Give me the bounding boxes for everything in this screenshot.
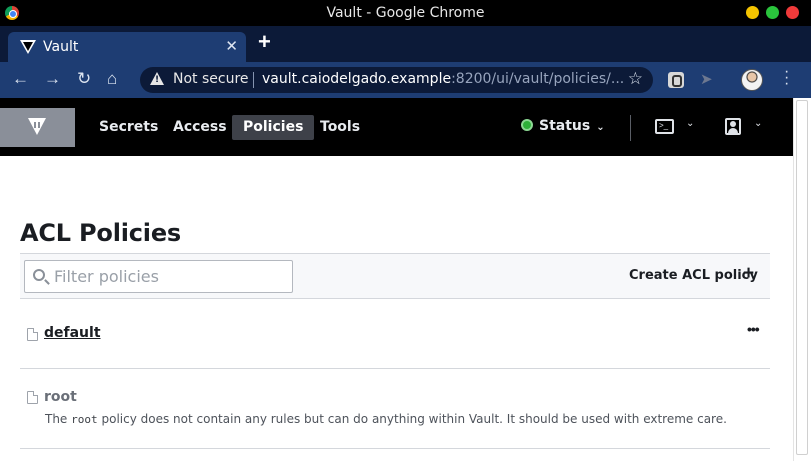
forward-icon[interactable]: → xyxy=(44,69,61,89)
nav-secrets[interactable]: Secrets xyxy=(88,115,169,140)
window-title: Vault - Google Chrome xyxy=(326,5,485,21)
policy-description: The root policy does not contain any rul… xyxy=(45,412,727,426)
tab-close-icon[interactable]: ✕ xyxy=(225,37,238,55)
header-divider xyxy=(630,115,631,141)
new-tab-button[interactable]: + xyxy=(258,29,271,55)
minimize-button[interactable] xyxy=(746,6,759,19)
maximize-button[interactable] xyxy=(766,6,779,19)
menu-icon[interactable]: · · · xyxy=(784,64,789,92)
vault-logo-icon xyxy=(28,118,46,135)
policy-name: root xyxy=(44,389,77,405)
back-icon[interactable]: ← xyxy=(12,69,29,89)
warning-icon[interactable] xyxy=(150,72,164,85)
tab-vault[interactable]: Vault ✕ xyxy=(8,32,246,62)
reload-icon[interactable]: ↻ xyxy=(77,69,91,89)
vault-favicon-icon xyxy=(20,40,36,54)
console-icon[interactable]: >_ xyxy=(655,119,674,134)
star-icon[interactable]: ☆ xyxy=(628,69,643,89)
close-window-button[interactable] xyxy=(786,6,799,19)
puzzle-extension-icon[interactable]: ➤ xyxy=(700,70,716,88)
page-title: ACL Policies xyxy=(20,219,181,247)
filter-toolbar: Create ACL policy + xyxy=(20,253,770,299)
file-icon xyxy=(27,391,38,404)
status-label: Status xyxy=(539,118,591,134)
status-menu[interactable]: Status ⌄ xyxy=(521,118,605,134)
not-secure-label[interactable]: Not secure xyxy=(173,71,249,87)
create-acl-policy-button[interactable]: Create ACL policy xyxy=(629,268,758,283)
chevron-down-icon[interactable]: ⌄ xyxy=(686,118,694,129)
home-icon[interactable]: ⌂ xyxy=(107,69,117,89)
extension-icon[interactable] xyxy=(668,72,684,88)
policy-row-default[interactable]: default ••• xyxy=(20,300,770,369)
address-bar[interactable]: Not secure vault.caiodelgado.example:820… xyxy=(140,67,653,93)
nav-policies[interactable]: Policies xyxy=(232,115,315,140)
plus-icon[interactable]: + xyxy=(743,263,754,285)
chevron-down-icon[interactable]: ⌄ xyxy=(754,118,762,129)
chevron-down-icon: ⌄ xyxy=(596,122,605,133)
policy-name-link[interactable]: default xyxy=(44,325,101,341)
profile-avatar[interactable] xyxy=(741,69,763,91)
status-dot-icon xyxy=(521,119,533,131)
vault-logo[interactable] xyxy=(0,108,75,147)
search-icon xyxy=(33,269,45,281)
more-actions-icon[interactable]: ••• xyxy=(747,321,760,337)
browser-toolbar: ← → ↻ ⌂ Not secure vault.caiodelgado.exa… xyxy=(0,62,811,98)
scrollbar-thumb[interactable] xyxy=(796,100,808,455)
tab-strip: Vault ✕ + xyxy=(0,26,811,62)
nav-access[interactable]: Access xyxy=(162,115,238,140)
omnibox-divider xyxy=(253,72,254,88)
vault-nav-header: Secrets Access Policies Tools Status ⌄ >_… xyxy=(0,98,811,156)
policy-row-root: root The root policy does not contain an… xyxy=(20,369,770,449)
page-scrollbar[interactable] xyxy=(793,98,811,461)
user-icon[interactable] xyxy=(725,118,741,135)
url-text[interactable]: vault.caiodelgado.example:8200/ui/vault/… xyxy=(262,71,624,87)
file-icon xyxy=(27,328,38,341)
nav-tools[interactable]: Tools xyxy=(309,115,371,140)
window-titlebar: Vault - Google Chrome xyxy=(0,0,811,26)
tab-title: Vault xyxy=(43,39,79,55)
filter-policies-input[interactable] xyxy=(24,260,293,293)
